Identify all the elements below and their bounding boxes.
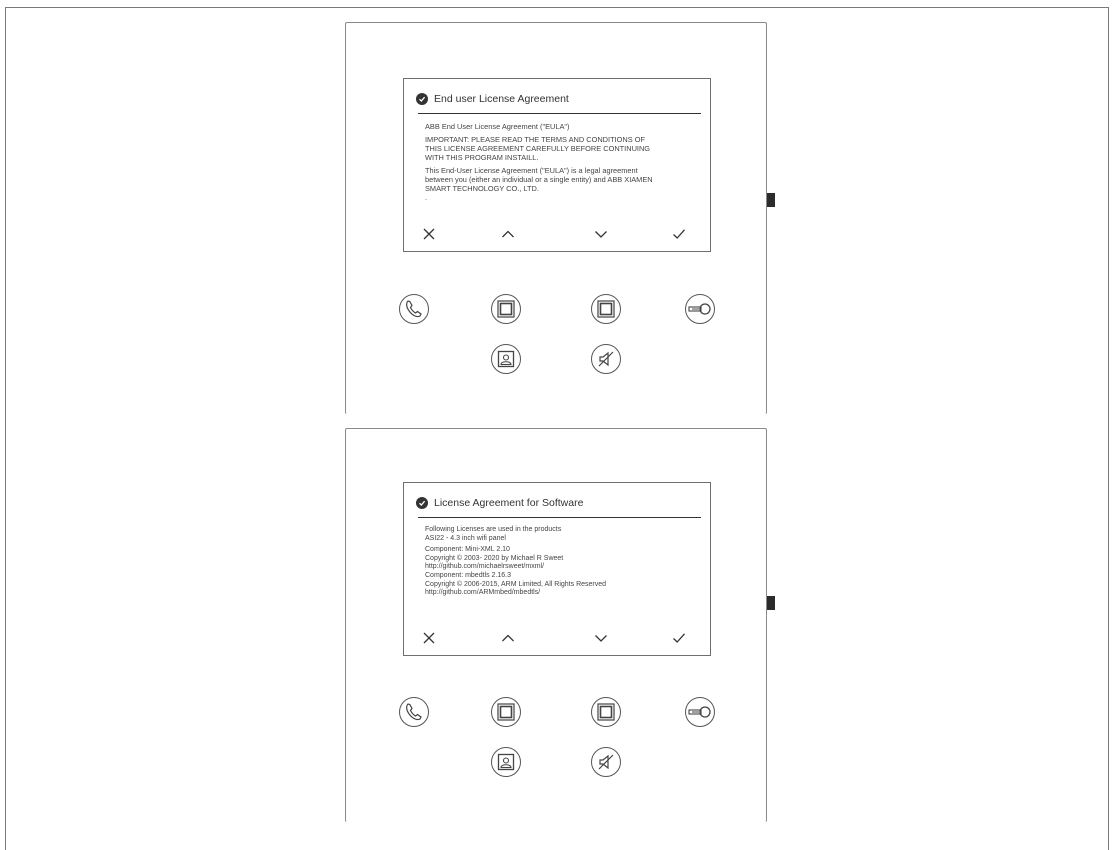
confirm-check-icon[interactable] [667, 223, 691, 245]
screen-title: License Agreement for Software [434, 497, 584, 509]
check-circle-icon [416, 93, 428, 105]
screen-header: License Agreement for Software [416, 492, 700, 514]
license-paragraph: This End-User License Agreement ("EULA")… [425, 166, 653, 202]
key-icon[interactable] [685, 697, 715, 727]
display-screen: End user License Agreement ABB End User … [403, 78, 711, 252]
license-text: ABB End User License Agreement ("EULA") … [425, 122, 698, 206]
screen-nav-bar [404, 223, 710, 245]
close-icon[interactable] [417, 223, 441, 245]
license-text: Following Licenses are used in the produ… [425, 526, 698, 601]
header-divider [418, 517, 701, 518]
surveillance-icon[interactable] [491, 344, 521, 374]
license-paragraph: Component: Mini-XML 2.10 Copyright © 200… [425, 546, 607, 597]
mute-icon[interactable] [591, 747, 621, 777]
chevron-up-icon[interactable] [496, 223, 520, 245]
indoor-station-panel-eula: End user License Agreement ABB End User … [345, 22, 767, 414]
side-tab-marker [767, 596, 775, 610]
header-divider [418, 113, 701, 114]
license-paragraph: Following Licenses are used in the produ… [425, 526, 562, 542]
screen-nav-bar [404, 627, 710, 649]
surveillance-icon[interactable] [491, 747, 521, 777]
square-button-icon[interactable] [491, 697, 521, 727]
square-button-icon[interactable] [591, 294, 621, 324]
mute-icon[interactable] [591, 344, 621, 374]
confirm-check-icon[interactable] [667, 627, 691, 649]
license-paragraph: IMPORTANT: PLEASE READ THE TERMS AND CON… [425, 135, 651, 162]
indoor-station-panel-software-license: License Agreement for Software Following… [345, 428, 767, 822]
chevron-up-icon[interactable] [496, 627, 520, 649]
square-button-icon[interactable] [591, 697, 621, 727]
check-circle-icon [416, 497, 428, 509]
display-screen: License Agreement for Software Following… [403, 482, 711, 656]
square-button-icon[interactable] [491, 294, 521, 324]
screen-title: End user License Agreement [434, 93, 569, 105]
license-paragraph: ABB End User License Agreement ("EULA") [425, 122, 570, 131]
close-icon[interactable] [417, 627, 441, 649]
chevron-down-icon[interactable] [589, 223, 613, 245]
chevron-down-icon[interactable] [589, 627, 613, 649]
phone-icon[interactable] [399, 697, 429, 727]
screen-header: End user License Agreement [416, 88, 700, 110]
key-icon[interactable] [685, 294, 715, 324]
phone-icon[interactable] [399, 294, 429, 324]
side-tab-marker [767, 193, 775, 207]
